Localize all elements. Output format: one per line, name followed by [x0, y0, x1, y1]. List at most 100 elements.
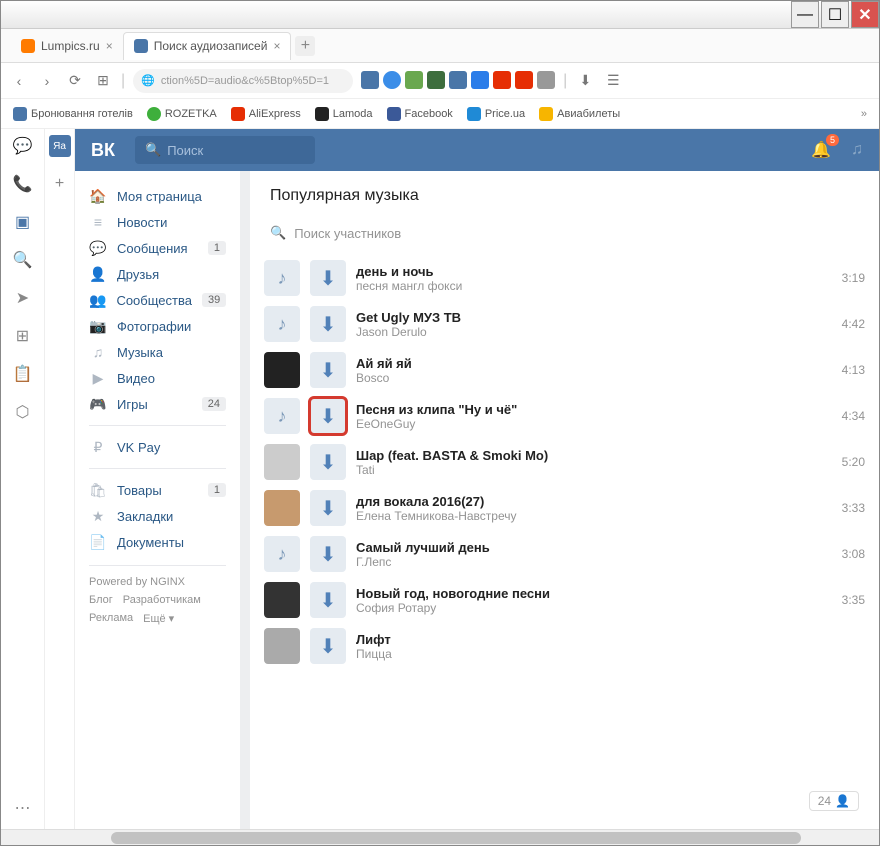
footer-more-link[interactable]: Ещё ▾: [143, 612, 174, 625]
nav-label: Сообщества: [116, 293, 192, 308]
ext-icon[interactable]: [471, 71, 489, 89]
download-track-button[interactable]: ⬇: [310, 352, 346, 388]
bookmark-item[interactable]: Lamoda: [315, 107, 373, 121]
download-track-button[interactable]: ⬇: [310, 260, 346, 296]
bookmark-icon: [539, 107, 553, 121]
messenger-icon[interactable]: 💬: [12, 135, 34, 157]
cube-dock-icon[interactable]: ⬡: [12, 401, 34, 423]
track-title: Get Ugly МУЗ ТВ: [356, 310, 832, 325]
speed-dial-icon[interactable]: ⊞: [93, 71, 113, 91]
download-track-button[interactable]: ⬇: [310, 536, 346, 572]
notifications-icon[interactable]: 🔔5: [811, 140, 831, 160]
tab-label: Поиск аудиозаписей: [154, 39, 268, 53]
nav-item[interactable]: ₽VK Pay: [75, 434, 240, 460]
track-row[interactable]: ⬇ Новый год, новогодние песниСофия Ротар…: [250, 577, 879, 623]
nav-item[interactable]: 📄Документы: [75, 529, 240, 555]
menu-icon[interactable]: ☰: [603, 71, 623, 91]
vk-dock-icon[interactable]: ▣: [12, 211, 34, 233]
whatsapp-icon[interactable]: 📞: [12, 173, 34, 195]
download-track-button[interactable]: ⬇: [310, 306, 346, 342]
download-track-button[interactable]: ⬇: [310, 582, 346, 618]
bookmark-item[interactable]: Авиабилеты: [539, 107, 620, 121]
send-dock-icon[interactable]: ➤: [12, 287, 34, 309]
powered-text: Powered by NGINX: [89, 576, 226, 588]
tab-close-icon[interactable]: ×: [273, 39, 280, 53]
track-row[interactable]: ⬇ Ай яй яйBosco 4:13: [250, 347, 879, 393]
minimize-button[interactable]: —: [791, 1, 819, 28]
bookmark-item[interactable]: AliExpress: [231, 107, 301, 121]
track-title: день и ночь: [356, 264, 832, 279]
nav-label: Друзья: [117, 267, 159, 282]
nav-item[interactable]: ★Закладки: [75, 503, 240, 529]
bookmark-overflow-icon[interactable]: »: [861, 108, 867, 120]
track-thumb: ♪: [264, 398, 300, 434]
download-track-button[interactable]: ⬇: [310, 398, 346, 434]
track-thumb: ♪: [264, 306, 300, 342]
track-row[interactable]: ⬇ Шар (feat. BASTA & Smoki Mo)Tati 5:20: [250, 439, 879, 485]
nav-item[interactable]: ≡Новости: [75, 209, 240, 235]
ext-icon[interactable]: [405, 71, 423, 89]
bookmark-item[interactable]: ROZETKA: [147, 107, 217, 121]
track-row[interactable]: ♪ ⬇ Get Ugly МУЗ ТВJason Derulo 4:42: [250, 301, 879, 347]
nav-item[interactable]: 🛍Товары1: [75, 477, 240, 503]
ext-icon[interactable]: [383, 71, 401, 89]
track-row[interactable]: ♪ ⬇ Песня из клипа "Ну и чё"EeOneGuy 4:3…: [250, 393, 879, 439]
ext-icon[interactable]: [537, 71, 555, 89]
ext-icon[interactable]: [427, 71, 445, 89]
download-track-button[interactable]: ⬇: [310, 444, 346, 480]
new-tab-button[interactable]: +: [295, 36, 315, 56]
track-list: ♪ ⬇ день и ночьпесня мангл фокси 3:19♪ ⬇…: [250, 255, 879, 829]
horizontal-scrollbar[interactable]: [1, 829, 879, 845]
browser-tab[interactable]: Поиск аудиозаписей ×: [123, 32, 292, 60]
bookmark-item[interactable]: Price.ua: [467, 107, 525, 121]
download-icon[interactable]: ⬇: [575, 71, 595, 91]
translate-icon[interactable]: Яа: [49, 135, 71, 157]
track-title: для вокала 2016(27): [356, 494, 832, 509]
bookmark-item[interactable]: Бронювання готелів: [13, 107, 133, 121]
nav-icon: 🎮: [89, 395, 107, 413]
footer-link[interactable]: Блог: [89, 594, 113, 606]
ext-icon[interactable]: [361, 71, 379, 89]
nav-item[interactable]: 👤Друзья: [75, 261, 240, 287]
close-button[interactable]: ✕: [851, 1, 879, 28]
nav-label: Музыка: [117, 345, 163, 360]
more-dock-icon[interactable]: ⋯: [12, 797, 34, 819]
nav-item[interactable]: 💬Сообщения1: [75, 235, 240, 261]
track-row[interactable]: ♪ ⬇ Самый лучший деньГ.Лепс 3:08: [250, 531, 879, 577]
ext-icon[interactable]: [449, 71, 467, 89]
track-row[interactable]: ⬇ для вокала 2016(27)Елена Темникова-Нав…: [250, 485, 879, 531]
nav-item[interactable]: 🏠Моя страница: [75, 183, 240, 209]
download-track-button[interactable]: ⬇: [310, 490, 346, 526]
nav-item[interactable]: 🎮Игры24: [75, 391, 240, 417]
nav-item[interactable]: 📷Фотографии: [75, 313, 240, 339]
vk-search-input[interactable]: 🔍 Поиск: [135, 136, 315, 164]
track-row[interactable]: ♪ ⬇ день и ночьпесня мангл фокси 3:19: [250, 255, 879, 301]
download-track-button[interactable]: ⬇: [310, 628, 346, 664]
back-icon[interactable]: ‹: [9, 71, 29, 91]
nav-item[interactable]: 👥Сообщества39: [75, 287, 240, 313]
search-dock-icon[interactable]: 🔍: [12, 249, 34, 271]
track-artist: Г.Лепс: [356, 555, 832, 569]
tab-close-icon[interactable]: ×: [106, 39, 113, 53]
music-player-icon[interactable]: ♫: [851, 141, 863, 159]
footer-link[interactable]: Реклама: [89, 612, 133, 625]
online-counter-chip[interactable]: 24 👤: [809, 791, 859, 811]
vk-logo[interactable]: ВК: [91, 140, 115, 161]
add-panel-icon[interactable]: +: [49, 173, 71, 195]
ext-icon[interactable]: [493, 71, 511, 89]
nav-item[interactable]: ♫ Музыка: [75, 339, 240, 365]
nav-item[interactable]: ▶Видео: [75, 365, 240, 391]
nav-icon: ♫: [89, 343, 107, 361]
grid-dock-icon[interactable]: ⊞: [12, 325, 34, 347]
browser-tab[interactable]: Lumpics.ru ×: [11, 32, 123, 60]
forward-icon[interactable]: ›: [37, 71, 57, 91]
track-row[interactable]: ⬇ ЛифтПицца: [250, 623, 879, 669]
maximize-button[interactable]: ☐: [821, 1, 849, 28]
ext-icon[interactable]: [515, 71, 533, 89]
footer-link[interactable]: Разработчикам: [123, 594, 201, 606]
clipboard-dock-icon[interactable]: 📋: [12, 363, 34, 385]
participant-search[interactable]: 🔍 Поиск участников: [264, 219, 865, 247]
address-bar[interactable]: 🌐 ction%5D=audio&c%5Btop%5D=1: [133, 69, 353, 93]
reload-icon[interactable]: ⟳: [65, 71, 85, 91]
bookmark-item[interactable]: Facebook: [387, 107, 453, 121]
